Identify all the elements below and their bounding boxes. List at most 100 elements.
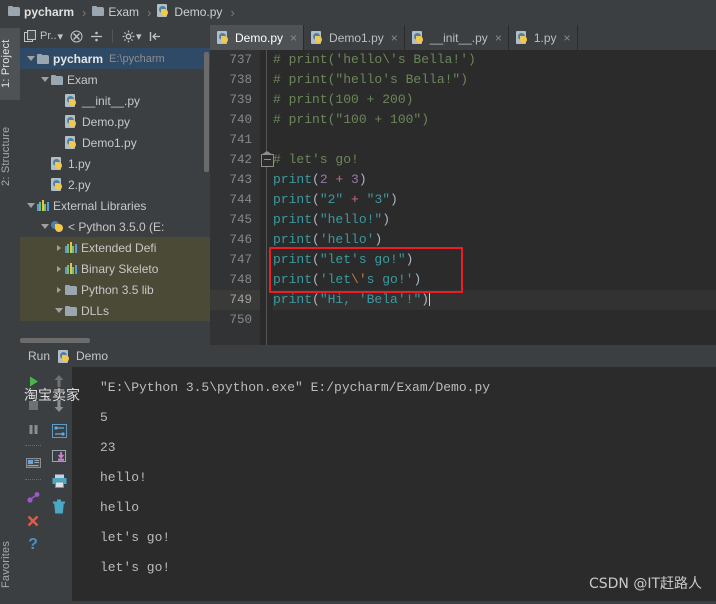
pause-icon[interactable] bbox=[23, 419, 43, 439]
line-number[interactable]: 742 bbox=[210, 150, 260, 170]
code-line[interactable]: # print('hello\'s Bella!') bbox=[273, 50, 716, 70]
project-scope-selector[interactable]: Pr.. ▾ bbox=[24, 29, 63, 43]
tree-item-external-libraries[interactable]: External Libraries bbox=[20, 195, 210, 216]
close-icon[interactable] bbox=[23, 511, 43, 531]
code-line[interactable]: # print("100 + 100") bbox=[273, 110, 716, 130]
folder-icon bbox=[92, 5, 105, 19]
tab-1-py[interactable]: 1.py × bbox=[509, 25, 578, 50]
tree-item-1-py[interactable]: 1.py bbox=[20, 153, 210, 174]
console-icon[interactable] bbox=[23, 453, 43, 473]
line-number[interactable]: 750 bbox=[210, 310, 260, 330]
run-console-output[interactable]: "E:\Python 3.5\python.exe" E:/pycharm/Ex… bbox=[72, 367, 716, 601]
tab-demo1-py[interactable]: Demo1.py × bbox=[304, 25, 405, 50]
tab-close-icon[interactable]: × bbox=[290, 31, 297, 45]
tree-item-binary-skeleto[interactable]: Binary Skeleto bbox=[20, 258, 210, 279]
chevron-right-icon[interactable] bbox=[52, 244, 65, 251]
code-token: "let's go!" bbox=[319, 252, 406, 267]
run-configuration-name[interactable]: Demo bbox=[76, 349, 108, 363]
tree-item-2-py[interactable]: 2.py bbox=[20, 174, 210, 195]
line-number[interactable]: 737 bbox=[210, 50, 260, 70]
line-number[interactable]: 745 bbox=[210, 210, 260, 230]
tree-item-python-3-5-lib[interactable]: Python 3.5 lib bbox=[20, 279, 210, 300]
breadcrumb-item-exam[interactable]: Exam bbox=[92, 5, 139, 19]
hide-icon[interactable] bbox=[149, 30, 162, 43]
tree-item-label: External Libraries bbox=[53, 198, 147, 213]
code-token: ) bbox=[382, 212, 391, 227]
code-line[interactable]: print("let's go!") bbox=[273, 250, 716, 270]
code-folding-column[interactable] bbox=[260, 50, 274, 345]
code-line[interactable]: # print("hello's Bella!") bbox=[273, 70, 716, 90]
tree-item-exam[interactable]: Exam bbox=[20, 69, 210, 90]
tab-label: 1.py bbox=[533, 30, 557, 45]
scroll-down-icon[interactable] bbox=[49, 396, 69, 416]
chevron-down-icon[interactable] bbox=[38, 77, 51, 82]
tab-demo-py[interactable]: Demo.py × bbox=[210, 25, 305, 50]
sidebar-item-favorites[interactable]: Favorites bbox=[0, 524, 20, 604]
breadcrumb-item-pycharm[interactable]: pycharm bbox=[8, 5, 74, 19]
tab-init-py[interactable]: __init__.py × bbox=[405, 25, 509, 50]
line-number[interactable]: 743 bbox=[210, 170, 260, 190]
line-number[interactable]: 744 bbox=[210, 190, 260, 210]
line-number[interactable]: 748 bbox=[210, 270, 260, 290]
line-number[interactable]: 747 bbox=[210, 250, 260, 270]
tree-vertical-scrollbar[interactable] bbox=[204, 52, 209, 172]
sidebar-item-project[interactable]: 1: Project bbox=[0, 28, 20, 100]
code-content[interactable]: # print('hello\'s Bella!') # print("hello… bbox=[269, 50, 716, 345]
clear-all-icon[interactable] bbox=[49, 496, 69, 516]
project-tree[interactable]: pycharm E:\pycharm Exam __init__.py Demo.py D… bbox=[20, 48, 210, 345]
python-file-icon bbox=[51, 178, 64, 191]
code-line[interactable]: print('hello') bbox=[273, 230, 716, 250]
line-number[interactable]: 741 bbox=[210, 130, 260, 150]
code-line[interactable] bbox=[273, 130, 716, 150]
gear-icon[interactable]: ▾ bbox=[122, 30, 142, 43]
export-icon[interactable] bbox=[49, 446, 69, 466]
tree-item-extended-defi[interactable]: Extended Defi bbox=[20, 237, 210, 258]
line-number[interactable]: 739 bbox=[210, 90, 260, 110]
chevron-down-icon[interactable] bbox=[52, 308, 65, 313]
pin-icon[interactable] bbox=[23, 487, 43, 507]
chevron-down-icon[interactable] bbox=[38, 224, 51, 229]
code-line[interactable] bbox=[273, 310, 716, 330]
chevron-right-icon[interactable] bbox=[52, 286, 65, 293]
split-icon[interactable] bbox=[90, 30, 103, 43]
tree-item-label: < Python 3.5.0 (E: bbox=[68, 219, 165, 234]
stop-icon[interactable] bbox=[23, 395, 43, 415]
tab-close-icon[interactable]: × bbox=[391, 31, 398, 45]
tree-item-demo1-py[interactable]: Demo1.py bbox=[20, 132, 210, 153]
line-number[interactable]: 746 bbox=[210, 230, 260, 250]
code-line[interactable]: print("hello!") bbox=[273, 210, 716, 230]
code-line[interactable]: # let's go! bbox=[273, 150, 716, 170]
collapse-all-icon[interactable] bbox=[70, 30, 83, 43]
project-toolbar: Pr.. ▾ ▾ bbox=[20, 24, 210, 48]
help-icon[interactable]: ? bbox=[23, 535, 43, 555]
line-number[interactable]: 740 bbox=[210, 110, 260, 130]
tree-item-dlls[interactable]: DLLs bbox=[20, 300, 210, 321]
soft-wrap-icon[interactable] bbox=[49, 421, 69, 441]
code-line[interactable]: print("2" + "3") bbox=[273, 190, 716, 210]
code-editor[interactable]: 737 738 739 740 741 742 743 744 745 746 747 748 749 7… bbox=[210, 50, 716, 345]
chevron-right-icon[interactable] bbox=[52, 265, 65, 272]
tab-close-icon[interactable]: × bbox=[495, 31, 502, 45]
code-line[interactable]: print(2 + 3) bbox=[273, 170, 716, 190]
code-line[interactable]: print('let\'s go!') bbox=[273, 270, 716, 290]
tree-item-python-3-5-0-e[interactable]: < Python 3.5.0 (E: bbox=[20, 216, 210, 237]
line-number[interactable]: 738 bbox=[210, 70, 260, 90]
code-line[interactable]: print("Hi, 'Bela'!") bbox=[273, 290, 716, 310]
python-file-icon bbox=[217, 31, 230, 44]
scroll-up-icon[interactable] bbox=[49, 371, 69, 391]
tree-item-label: DLLs bbox=[81, 303, 110, 318]
tree-item-demo-py[interactable]: Demo.py bbox=[20, 111, 210, 132]
breadcrumb-item-demo-py[interactable]: Demo.py bbox=[157, 4, 222, 20]
tree-item-pycharm[interactable]: pycharm E:\pycharm bbox=[20, 48, 210, 69]
sidebar-item-structure[interactable]: 2: Structure bbox=[0, 112, 20, 200]
line-number[interactable]: 749 bbox=[210, 290, 260, 310]
chevron-down-icon[interactable] bbox=[24, 203, 37, 208]
code-line[interactable]: # print(100 + 200) bbox=[273, 90, 716, 110]
tree-item-init-py[interactable]: __init__.py bbox=[20, 90, 210, 111]
tree-horizontal-scrollbar[interactable] bbox=[20, 338, 90, 343]
print-icon[interactable] bbox=[49, 471, 69, 491]
chevron-down-icon[interactable] bbox=[24, 56, 37, 61]
python-file-icon bbox=[311, 31, 324, 44]
rerun-icon[interactable] bbox=[23, 371, 43, 391]
tab-close-icon[interactable]: × bbox=[564, 31, 571, 45]
